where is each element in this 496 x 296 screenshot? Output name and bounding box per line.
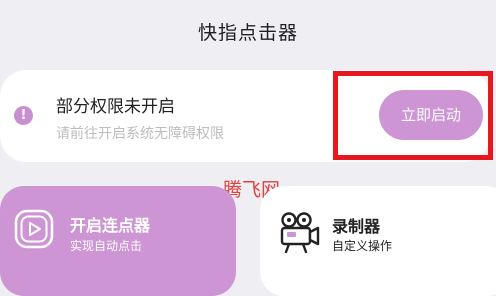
- recorder-subtitle: 自定义操作: [332, 239, 393, 253]
- auto-clicker-card[interactable]: 开启连点器 实现自动点击: [0, 186, 236, 296]
- warning-icon: !: [14, 106, 33, 125]
- video-camera-icon: [280, 212, 320, 254]
- play-icon: [14, 209, 54, 249]
- auto-clicker-title: 开启连点器: [70, 216, 151, 235]
- start-now-button[interactable]: 立即启动: [379, 90, 483, 140]
- permission-title: 部分权限未开启: [56, 97, 175, 117]
- recorder-title: 录制器: [332, 217, 381, 236]
- page-title: 快指点击器: [197, 22, 298, 44]
- recorder-card[interactable]: 录制器 自定义操作: [260, 186, 496, 296]
- permission-subtitle: 请前往开启系统无障碍权限: [56, 126, 224, 142]
- auto-clicker-subtitle: 实现自动点击: [70, 239, 143, 253]
